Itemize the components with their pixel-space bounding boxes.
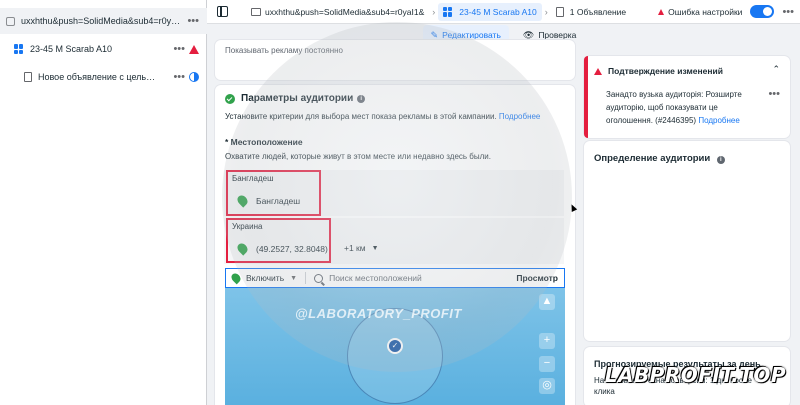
tree-item-campaign[interactable]: uxxhthu&push=SolidMedia&sub4=r0yaI… ••• <box>0 8 207 34</box>
checkbox[interactable] <box>6 16 15 26</box>
tab-review-label: Проверка <box>538 30 577 40</box>
definition-header: Определение аудитории i <box>594 153 725 164</box>
campaign-tree: uxxhthu&push=SolidMedia&sub4=r0yaI… ••• … <box>0 0 207 405</box>
top-bar: uxxhthu&push=SolidMedia&sub4=r0yaI1& › 2… <box>207 0 800 24</box>
brand-watermark: LABPROFIT.TOP <box>604 363 786 387</box>
more-icon[interactable]: ••• <box>782 6 794 18</box>
breadcrumb-adset[interactable]: 23-45 M Scarab A10 <box>438 2 542 21</box>
location-search-input[interactable]: Поиск местоположений <box>329 273 516 283</box>
tab-edit-label: Редактировать <box>442 30 501 40</box>
radius-circle <box>347 308 443 404</box>
radius-value: +1 км <box>344 243 366 253</box>
warning-icon <box>658 8 665 15</box>
warning-icon <box>189 44 199 54</box>
check-circle-icon <box>225 93 235 104</box>
caret-down-icon: ▼ <box>290 274 298 282</box>
setup-error[interactable]: Ошибка настройки <box>658 7 742 17</box>
breadcrumb-campaign[interactable]: uxxhthu&push=SolidMedia&sub4=r0yaI1& <box>246 3 429 21</box>
locate-icon[interactable]: ◎ <box>539 378 555 394</box>
info-icon[interactable]: i <box>357 94 366 103</box>
error-accent-bar <box>584 56 588 138</box>
location-search-bar: Включить ▼ Поиск местоположений Просмотр <box>225 268 565 288</box>
highlight-box <box>226 170 321 216</box>
audience-definition-card: Определение аудитории i <box>584 141 790 341</box>
more-icon[interactable]: ••• <box>173 43 185 55</box>
status-icon <box>189 72 199 82</box>
definition-title: Определение аудитории <box>594 153 711 164</box>
breadcrumb-adset-label: 23-45 M Scarab A10 <box>459 6 537 17</box>
pencil-icon: ✎ <box>430 29 439 40</box>
changes-warning-card: Подтверждение изменений ⌃ Занадто вузька… <box>584 56 790 138</box>
search-icon <box>314 273 324 283</box>
tree-item-ad[interactable]: Новое объявление с цель… ••• <box>0 64 207 90</box>
more-icon[interactable]: ••• <box>768 88 780 100</box>
include-dropdown[interactable]: Включить <box>246 273 284 283</box>
location-map[interactable]: ✓ ▲ + − ◎ <box>225 288 565 405</box>
ad-icon <box>555 6 564 17</box>
setup-error-label: Ошибка настройки <box>668 6 743 17</box>
chevron-right-icon: › <box>432 6 436 17</box>
more-icon[interactable]: ••• <box>187 15 199 27</box>
map-pin-icon[interactable]: ✓ <box>387 338 403 354</box>
warning-header[interactable]: Подтверждение изменений <box>594 66 723 76</box>
warning-title: Подтверждение изменений <box>608 66 723 76</box>
preview-button[interactable]: Просмотр <box>516 273 558 283</box>
audience-title: Параметры аудитории <box>241 93 354 104</box>
warning-learn-more-link[interactable]: Подробнее <box>698 116 740 125</box>
location-description: Охватите людей, которые живут в этом мес… <box>225 152 491 161</box>
info-icon[interactable]: i <box>716 156 725 164</box>
schedule-card: Показывать рекламу постоянно <box>215 40 575 80</box>
ad-icon <box>24 72 32 82</box>
ad-label: Новое объявление с цель… <box>38 72 156 82</box>
radius-dropdown[interactable]: +1 км ▼ <box>344 243 379 253</box>
adset-label: 23-45 M Scarab A10 <box>30 44 113 54</box>
audience-description: Установите критерии для выбора мест пока… <box>225 112 540 121</box>
breadcrumb-ad-label: 1 Объявление <box>569 6 627 17</box>
location-pin-icon <box>229 271 243 285</box>
folder-icon <box>251 7 261 16</box>
caret-down-icon: ▼ <box>371 244 379 252</box>
campaign-label: uxxhthu&push=SolidMedia&sub4=r0yaI… <box>21 16 184 26</box>
breadcrumb-ad[interactable]: 1 Объявление <box>551 3 631 21</box>
warning-body: Занадто вузька аудиторія: Розширте аудит… <box>606 88 756 127</box>
breadcrumb-campaign-label: uxxhthu&push=SolidMedia&sub4=r0yaI1& <box>265 6 425 17</box>
schedule-text: Показывать рекламу постоянно <box>225 46 343 55</box>
eye-icon: 👁 <box>522 29 535 40</box>
adset-icon <box>14 44 24 54</box>
warning-icon <box>594 67 602 75</box>
adset-icon <box>443 6 453 17</box>
more-icon[interactable]: ••• <box>173 71 185 83</box>
chevron-up-icon[interactable]: ⌃ <box>772 64 780 75</box>
tree-item-adset[interactable]: 23-45 M Scarab A10 ••• <box>0 36 207 62</box>
zoom-in-icon[interactable]: + <box>539 333 555 349</box>
sidebar-toggle-icon[interactable] <box>217 6 228 17</box>
learn-more-link[interactable]: Подробнее <box>499 112 541 121</box>
location-label: * Местоположение <box>225 137 303 147</box>
compass-icon[interactable]: ▲ <box>539 294 555 310</box>
chevron-right-icon: › <box>544 6 548 17</box>
zoom-out-icon[interactable]: − <box>539 356 555 372</box>
audience-description-text: Установите критерии для выбора мест пока… <box>225 112 497 121</box>
highlight-box <box>226 218 331 263</box>
audience-header: Параметры аудитории i <box>225 93 366 104</box>
publish-toggle[interactable] <box>750 5 775 18</box>
divider <box>305 272 307 284</box>
